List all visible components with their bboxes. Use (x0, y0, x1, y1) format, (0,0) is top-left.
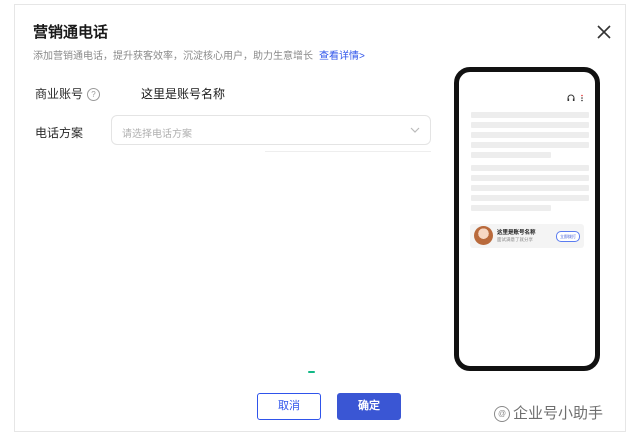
subtitle-text: 添加营销通电话，提升获客效率，沉淀核心用户，助力生意增长 (33, 51, 313, 62)
skeleton-line (471, 185, 589, 191)
skeleton-line (471, 195, 589, 201)
skeleton-line (471, 142, 589, 148)
skeleton-line (471, 205, 551, 211)
account-card: 这里是账号名称 面试满意了就分享 立即拨打 (470, 224, 584, 248)
cancel-button[interactable]: 取消 (257, 393, 321, 420)
account-label: 商业账号 (35, 87, 84, 101)
avatar (474, 226, 493, 245)
loading-indicator (308, 371, 315, 373)
dropdown-shadow (265, 145, 431, 152)
skeleton-line (471, 122, 589, 128)
watermark-icon: @ (494, 406, 510, 423)
skeleton-line (471, 165, 589, 171)
chevron-down-icon (410, 127, 420, 133)
phone-preview: 这里是账号名称 面试满意了就分享 立即拨打 (454, 67, 600, 371)
skeleton-line (471, 132, 589, 138)
card-name: 这里是账号名称 (497, 230, 536, 236)
skeleton-line (471, 112, 589, 118)
card-subtitle: 面试满意了就分享 (497, 237, 533, 242)
call-now-button[interactable]: 立即拨打 (556, 231, 580, 242)
details-link[interactable]: 查看详情> (319, 51, 365, 62)
dialog-title: 营销通电话 (33, 24, 109, 41)
question-circle-icon[interactable]: ? (87, 88, 101, 102)
plan-placeholder: 请选择电话方案 (122, 129, 192, 140)
close-icon[interactable] (595, 23, 613, 41)
plan-select[interactable]: 请选择电话方案 (111, 115, 431, 145)
skeleton-line (471, 152, 551, 158)
confirm-button[interactable]: 确定 (337, 393, 401, 420)
account-label-row: 商业账号? (35, 85, 101, 102)
watermark: @ 企业号小助手 (494, 402, 603, 423)
marketing-phone-dialog: 营销通电话 添加营销通电话，提升获客效率，沉淀核心用户，助力生意增长 查看详情> … (14, 4, 626, 432)
watermark-text: 企业号小助手 (513, 405, 604, 422)
dialog-subtitle: 添加营销通电话，提升获客效率，沉淀核心用户，助力生意增长 查看详情> (33, 47, 365, 62)
account-value: 这里是账号名称 (141, 87, 226, 101)
phone-status-icons (567, 94, 583, 102)
skeleton-line (471, 175, 589, 181)
plan-label: 电话方案 (35, 126, 84, 140)
